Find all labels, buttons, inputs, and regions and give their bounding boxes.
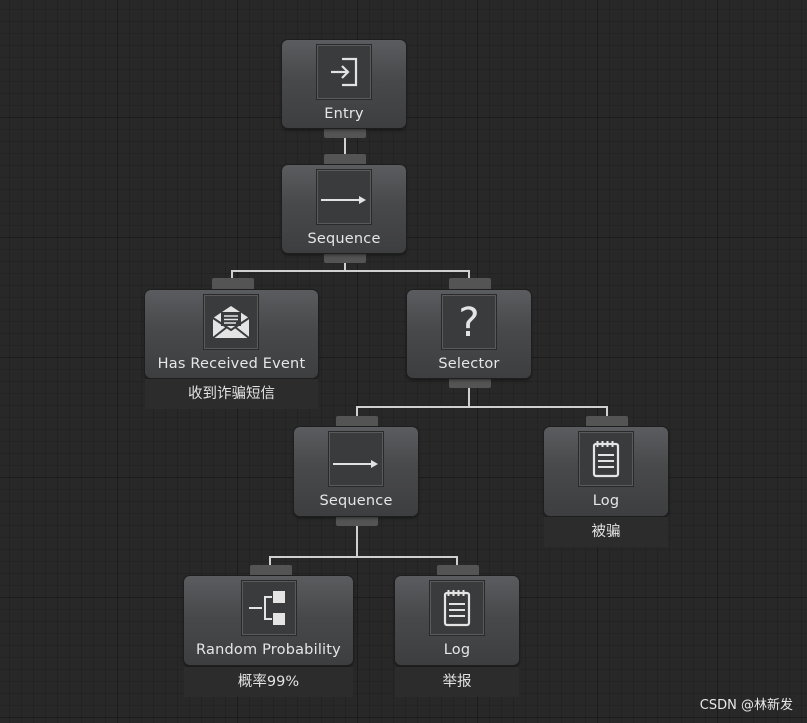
connector [269, 556, 458, 558]
node-label: Log [592, 493, 620, 509]
output-port[interactable] [324, 253, 366, 263]
entry-icon-frame [316, 44, 372, 100]
connector [468, 388, 470, 408]
connector [456, 556, 458, 565]
arrow-icon-frame [328, 431, 384, 487]
has-received-event-node[interactable]: Has Received Event [145, 290, 318, 378]
input-port[interactable] [212, 278, 254, 290]
node-label: Sequence [319, 493, 393, 509]
notepad-icon [592, 441, 620, 478]
input-port[interactable] [437, 565, 479, 576]
node-label: Sequence [307, 231, 381, 247]
connector [269, 556, 271, 565]
notepad-icon-frame [429, 580, 485, 636]
input-port[interactable] [336, 416, 378, 427]
log-node[interactable]: Log [395, 576, 519, 665]
input-port[interactable] [449, 278, 491, 290]
notepad-icon [443, 590, 471, 627]
behavior-tree-canvas[interactable]: Entry Sequence Has Received Event 收到诈骗短信… [0, 0, 807, 723]
sequence-node[interactable]: Sequence [294, 427, 418, 516]
connector [606, 406, 608, 416]
output-port[interactable] [324, 128, 366, 138]
input-port[interactable] [586, 416, 628, 427]
output-port[interactable] [336, 516, 378, 526]
arrow-right-icon [333, 460, 378, 468]
connector [231, 270, 470, 272]
entry-node[interactable]: Entry [282, 40, 406, 128]
envelope-icon-frame [203, 294, 259, 350]
connector [231, 270, 233, 278]
watermark: CSDN @林新发 [699, 698, 793, 713]
svg-text:?: ? [458, 300, 479, 346]
connector [356, 406, 358, 416]
node-comment: 举报 [395, 667, 519, 697]
connector [356, 406, 608, 408]
input-port[interactable] [324, 154, 366, 165]
connector [356, 526, 358, 558]
node-comment: 概率99% [184, 667, 353, 697]
selector-node[interactable]: ? Selector [407, 290, 531, 378]
output-port[interactable] [449, 378, 491, 388]
node-label: Random Probability [196, 642, 341, 658]
random-probability-node[interactable]: Random Probability [184, 576, 353, 665]
node-label: Entry [324, 106, 364, 122]
arrow-right-icon [321, 196, 366, 204]
entry-icon [331, 57, 358, 87]
random-branch-icon [249, 591, 285, 625]
node-comment: 被骗 [544, 517, 668, 547]
envelope-icon [212, 306, 250, 339]
node-comment: 收到诈骗短信 [145, 379, 318, 409]
random-icon-frame [241, 580, 297, 636]
question-icon-frame: ? [441, 294, 497, 350]
connector [468, 270, 470, 278]
connector [344, 138, 346, 154]
log-node[interactable]: Log [544, 427, 668, 516]
sequence-node[interactable]: Sequence [282, 165, 406, 253]
question-mark-icon: ? [458, 300, 479, 346]
notepad-icon-frame [578, 431, 634, 487]
input-port[interactable] [250, 565, 292, 576]
node-label: Log [443, 642, 471, 658]
arrow-icon-frame [316, 169, 372, 225]
node-label: Selector [438, 356, 500, 372]
node-label: Has Received Event [157, 356, 306, 372]
